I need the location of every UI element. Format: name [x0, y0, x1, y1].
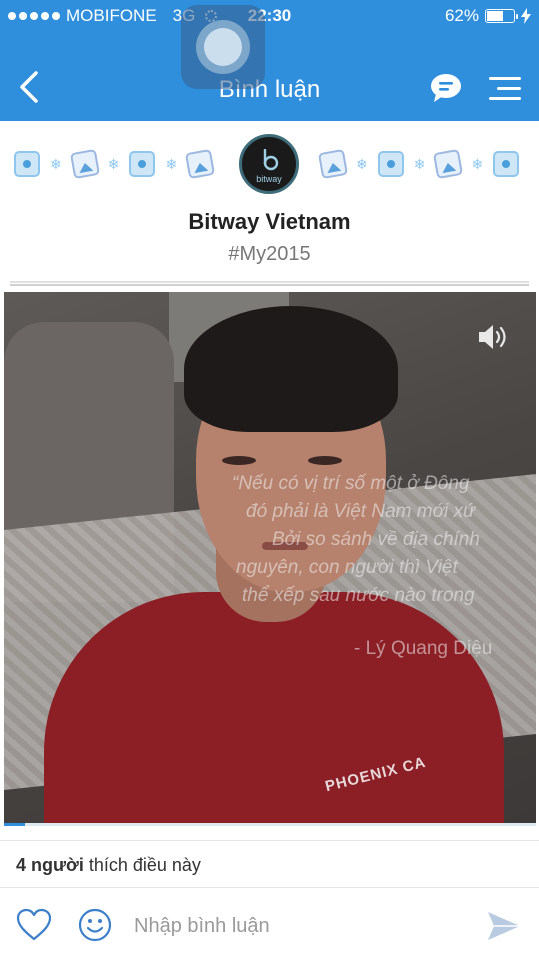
- snowflake-icon: ❄: [165, 155, 178, 172]
- camera-sticker-icon: [377, 151, 404, 177]
- comment-bar: [0, 888, 539, 960]
- menu-lines-icon[interactable]: [487, 74, 523, 104]
- likes-text: 4 người thích điều này: [16, 855, 201, 876]
- bitway-logo-icon: [263, 149, 279, 171]
- emoji-smile-icon[interactable]: [78, 908, 112, 942]
- quote-line: thể xếp sau nước nào trong: [242, 585, 475, 606]
- nav-bar: Bình luận: [0, 32, 539, 121]
- quote-line: nguyên, con người thì Việt: [236, 557, 458, 578]
- assistive-touch-button[interactable]: [181, 5, 265, 89]
- person-shirt: [44, 592, 504, 826]
- camera-sticker-icon: [493, 151, 520, 177]
- send-icon[interactable]: [486, 910, 522, 942]
- battery-icon: [485, 9, 518, 23]
- snowflake-icon: ❄: [50, 155, 62, 172]
- charging-bolt-icon: [521, 8, 531, 24]
- photo-frame-icon: [185, 148, 216, 180]
- person-hair: [184, 306, 398, 432]
- logo-text: bitway: [256, 174, 282, 184]
- photo-frame-icon: [69, 148, 100, 180]
- profile-header: ❄ ❄ ❄ bitway ❄ ❄ ❄ Bitway Vietnam #My201…: [0, 121, 539, 291]
- decoration-left: ❄ ❄ ❄: [14, 141, 216, 187]
- status-bar: MOBIFONE 3G 22:30 62%: [0, 0, 539, 32]
- snowflake-icon: ❄: [413, 155, 426, 172]
- battery-percent: 62%: [444, 6, 479, 25]
- likes-suffix: thích điều này: [83, 855, 201, 875]
- snowflake-icon: ❄: [471, 155, 484, 172]
- person-eye: [222, 456, 256, 465]
- hashtag-label[interactable]: #My2015: [0, 243, 539, 266]
- camera-sticker-icon: [14, 151, 40, 177]
- person-eye: [308, 456, 342, 465]
- chat-bubble-icon[interactable]: [430, 73, 462, 103]
- video-progress-fill: [4, 823, 26, 826]
- quote-line: Bởi so sánh về địa chính: [272, 529, 480, 550]
- likes-count: 4 người: [16, 855, 84, 875]
- speaker-icon[interactable]: [476, 322, 510, 352]
- header-divider: [10, 281, 529, 286]
- quote-author: - Lý Quang Diệu: [354, 638, 493, 659]
- camera-sticker-icon: [129, 151, 156, 177]
- likes-row[interactable]: 4 người thích điều này: [0, 840, 539, 888]
- video-progress-bar[interactable]: [4, 823, 536, 826]
- battery-level-fill: [487, 11, 503, 21]
- photo-frame-icon: [433, 148, 464, 180]
- decoration-right: ❄ ❄ ❄: [317, 141, 520, 187]
- quote-line: đó phải là Việt Nam mới xứ: [246, 501, 476, 522]
- assistive-ring-inner: [204, 28, 242, 66]
- avatar[interactable]: bitway: [239, 134, 299, 194]
- page-title[interactable]: Bitway Vietnam: [0, 209, 539, 235]
- video-player[interactable]: PHOENIX CA “Nếu có vị trí số một ở Đông …: [4, 292, 536, 826]
- comment-input[interactable]: [128, 906, 468, 946]
- video-quote: “Nếu có vị trí số một ở Đông đó phải là …: [232, 470, 536, 610]
- snowflake-icon: ❄: [356, 155, 368, 172]
- quote-line: “Nếu có vị trí số một ở Đông: [232, 473, 470, 494]
- status-right: 62%: [445, 6, 531, 26]
- like-heart-icon[interactable]: [16, 908, 52, 942]
- photo-frame-icon: [317, 148, 349, 180]
- snowflake-icon: ❄: [107, 155, 120, 172]
